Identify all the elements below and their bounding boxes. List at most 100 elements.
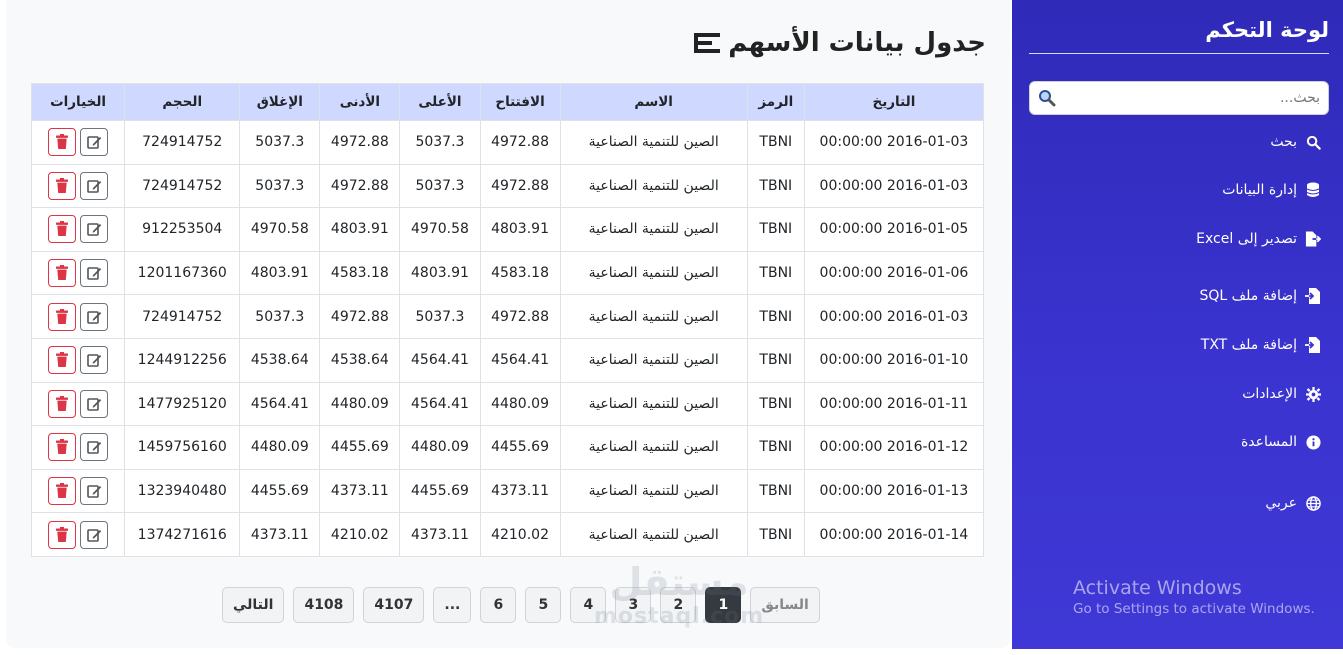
header-options: الخيارات	[30, 83, 126, 121]
sidebar-item-label: تصدير إلى Excel	[1196, 231, 1297, 247]
trash-icon	[54, 352, 70, 368]
delete-button[interactable]	[48, 520, 77, 549]
delete-button[interactable]	[48, 302, 77, 331]
cell-open: 4455.69	[479, 425, 561, 470]
cell-date: 2016-01-03 00:00:00	[803, 294, 985, 339]
trash-icon	[54, 395, 70, 412]
page-button[interactable]: 4108	[293, 587, 355, 623]
cell-name: الصين للتنمية الصناعية	[559, 250, 748, 296]
edit-button[interactable]	[80, 215, 109, 244]
cell-symbol: TBNI	[746, 250, 805, 296]
table-row: 2016-01-03 00:00:00 TBNI الصين للتنمية الص…	[30, 294, 985, 339]
delete-button[interactable]	[48, 128, 77, 157]
page-button[interactable]: 2	[660, 587, 697, 623]
header-low[interactable]: الأدنى	[319, 83, 401, 121]
pagination-ellipsis: ...	[433, 587, 472, 623]
cell-options	[30, 120, 126, 165]
edit-button[interactable]	[80, 259, 109, 288]
edit-button[interactable]	[80, 477, 109, 506]
header-close[interactable]: الإغلاق	[239, 83, 321, 121]
cell-volume: 1323940480	[124, 468, 241, 514]
edit-icon	[86, 178, 102, 194]
sidebar-item-add-sql[interactable]: إضافة ملف SQL	[1200, 288, 1322, 304]
row-actions	[32, 128, 124, 157]
row-actions	[32, 259, 124, 288]
page-button[interactable]: 4	[570, 587, 607, 623]
table-header-row: التاريخ الرمز الاسم الافتتاح الأعلى الأد…	[30, 83, 985, 121]
cell-high: 4373.11	[399, 512, 481, 557]
cell-low: 4972.88	[319, 294, 401, 339]
cell-low: 4480.09	[319, 381, 401, 427]
trash-icon	[54, 265, 70, 281]
sidebar-search	[1029, 81, 1329, 115]
activate-windows-subtitle: Go to Settings to activate Windows.	[1073, 601, 1315, 617]
edit-button[interactable]	[80, 302, 109, 331]
delete-button[interactable]	[48, 477, 77, 506]
sidebar-item-data-management[interactable]: إدارة البيانات	[1222, 182, 1321, 198]
edit-icon	[86, 265, 102, 281]
delete-button[interactable]	[48, 346, 77, 375]
trash-icon	[54, 308, 70, 325]
main-panel: جدول بيانات الأسهم التاريخ الرمز الاسم ا…	[6, 0, 1010, 648]
header-volume[interactable]: الحجم	[124, 83, 241, 121]
sidebar-item-export-excel[interactable]: تصدير إلى Excel	[1196, 231, 1321, 247]
edit-icon	[86, 134, 102, 150]
cell-date: 2016-01-03 00:00:00	[803, 120, 985, 165]
cell-close: 4480.09	[239, 425, 321, 470]
trash-icon	[54, 221, 70, 237]
table-row: 2016-01-12 00:00:00 TBNI الصين للتنمية الص…	[30, 425, 985, 470]
sidebar-item-settings[interactable]: الإعدادات	[1242, 386, 1321, 402]
cell-low: 4373.11	[319, 468, 401, 514]
edit-button[interactable]	[80, 171, 109, 200]
edit-button[interactable]	[80, 520, 109, 549]
globe-icon	[1305, 495, 1321, 511]
edit-icon	[86, 309, 102, 325]
row-actions	[32, 520, 124, 549]
cell-name: الصين للتنمية الصناعية	[559, 425, 748, 470]
delete-button[interactable]	[48, 389, 77, 418]
page-button[interactable]: 5	[525, 587, 562, 623]
header-open[interactable]: الافتتاح	[479, 83, 561, 121]
cell-open: 4972.88	[479, 120, 561, 165]
activate-windows-overlay: Activate Windows Go to Settings to activ…	[1073, 577, 1315, 617]
page-button[interactable]: 6	[480, 587, 517, 623]
sidebar-item-search[interactable]: بحث	[1270, 134, 1321, 150]
table-row: 2016-01-13 00:00:00 TBNI الصين للتنمية الص…	[30, 468, 985, 514]
header-high[interactable]: الأعلى	[399, 83, 481, 121]
row-actions	[32, 215, 124, 244]
file-import-icon	[1305, 337, 1321, 353]
page-button[interactable]: 4107	[363, 587, 425, 623]
cell-close: 4803.91	[239, 250, 321, 296]
edit-button[interactable]	[80, 128, 109, 157]
cell-open: 4583.18	[479, 250, 561, 296]
cell-options	[30, 425, 126, 470]
sidebar-item-add-txt[interactable]: إضافة ملف TXT	[1201, 337, 1321, 353]
edit-button[interactable]	[80, 346, 109, 375]
sidebar-item-help[interactable]: المساعدة	[1241, 434, 1321, 450]
search-input[interactable]	[1060, 90, 1320, 106]
file-export-icon	[1305, 231, 1321, 247]
sidebar-item-language[interactable]: عربي	[1265, 495, 1321, 511]
table-row: 2016-01-14 00:00:00 TBNI الصين للتنمية الص…	[30, 512, 985, 557]
delete-button[interactable]	[48, 171, 77, 200]
edit-button[interactable]	[80, 433, 109, 462]
cell-date: 2016-01-11 00:00:00	[803, 381, 985, 427]
page-button[interactable]: 3	[615, 587, 652, 623]
header-name[interactable]: الاسم	[559, 83, 748, 121]
table-row: 2016-01-05 00:00:00 TBNI الصين للتنمية الص…	[30, 207, 985, 252]
cell-volume: 1477925120	[124, 381, 241, 427]
cell-symbol: TBNI	[746, 163, 805, 209]
cell-date: 2016-01-10 00:00:00	[803, 337, 985, 383]
cell-low: 4455.69	[319, 425, 401, 470]
delete-button[interactable]	[48, 215, 77, 244]
cell-high: 4455.69	[399, 468, 481, 514]
current-page-button[interactable]: 1	[705, 587, 742, 623]
table-row: 2016-01-10 00:00:00 TBNI الصين للتنمية الص…	[30, 337, 985, 383]
header-symbol[interactable]: الرمز	[746, 83, 805, 121]
cell-name: الصين للتنمية الصناعية	[559, 468, 748, 514]
delete-button[interactable]	[48, 259, 77, 288]
next-page-button[interactable]: التالي	[222, 587, 285, 623]
delete-button[interactable]	[48, 433, 77, 462]
edit-button[interactable]	[80, 389, 109, 418]
header-date[interactable]: التاريخ	[803, 83, 985, 121]
